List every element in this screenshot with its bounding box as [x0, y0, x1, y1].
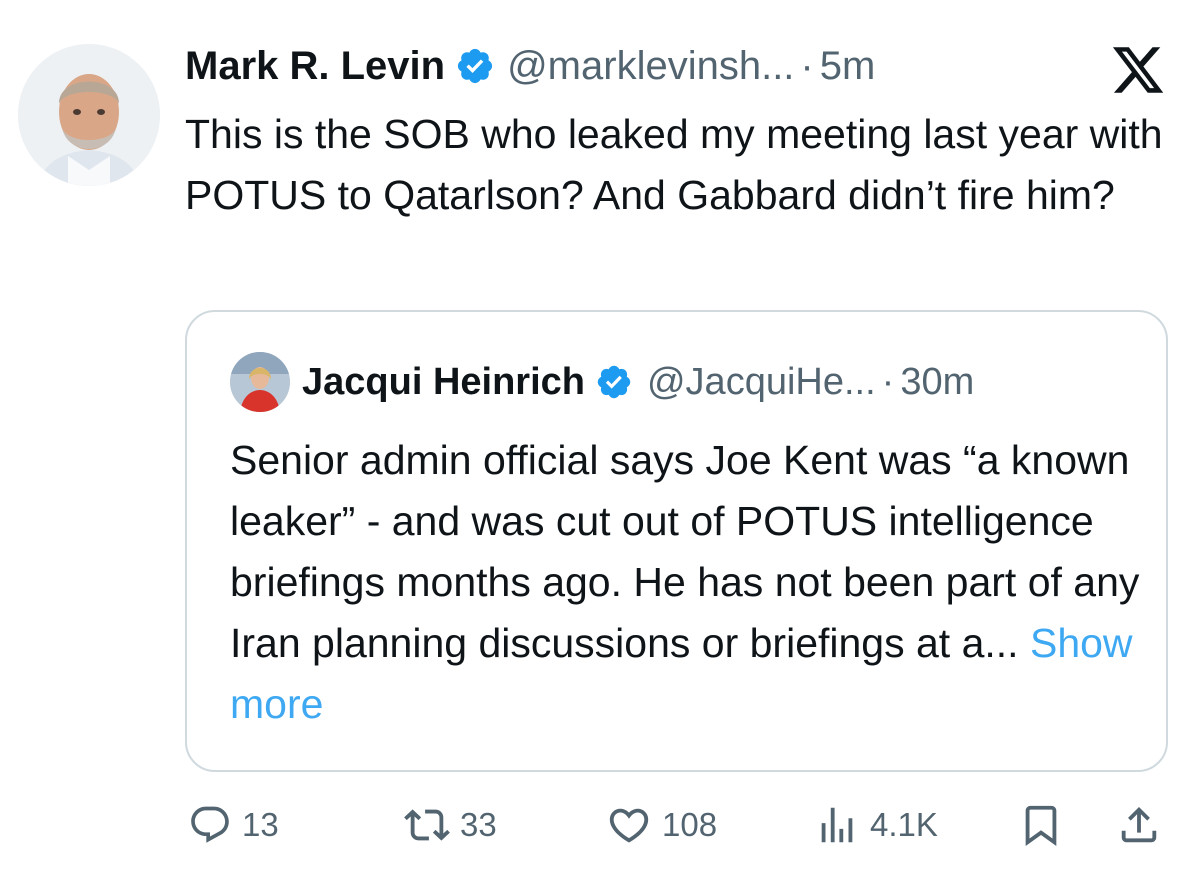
quoted-tweet-text-block: Senior admin official says Joe Kent was …	[230, 430, 1150, 735]
quoted-author-handle[interactable]: @JacquiHe...	[647, 361, 876, 404]
header-separator: ·	[800, 43, 814, 88]
like-button[interactable]: 108	[606, 793, 717, 857]
views-button[interactable]: 4.1K	[814, 793, 938, 857]
quoted-tweet-card[interactable]: Jacqui Heinrich @JacquiHe... · 30m Senio…	[185, 310, 1168, 772]
quoted-author-avatar	[230, 352, 290, 412]
bookmark-icon	[1025, 805, 1057, 846]
repost-count: 33	[460, 806, 497, 843]
quoted-tweet-header: Jacqui Heinrich @JacquiHe... · 30m	[302, 350, 974, 414]
tweet-timestamp[interactable]: 5m	[820, 44, 876, 89]
reply-count: 13	[242, 806, 279, 843]
share-button[interactable]	[1116, 793, 1162, 857]
reply-icon	[191, 806, 229, 843]
author-handle[interactable]: @marklevinsh...	[507, 44, 794, 89]
quoted-author-name[interactable]: Jacqui Heinrich	[302, 361, 585, 404]
share-icon	[1121, 806, 1157, 843]
views-chart-icon	[821, 807, 853, 843]
repost-button[interactable]: 33	[404, 793, 497, 857]
views-count: 4.1K	[870, 806, 938, 843]
author-avatar[interactable]	[18, 44, 160, 186]
quoted-tweet-text: Senior admin official says Joe Kent was …	[230, 437, 1140, 666]
tweet-action-bar: 13 33 108 4.1K	[0, 793, 1197, 857]
bookmark-button[interactable]	[1018, 793, 1064, 857]
reply-button[interactable]: 13	[188, 793, 279, 857]
quoted-header-separator: ·	[881, 360, 895, 403]
tweet-header: Mark R. Levin @marklevinsh... · 5m	[185, 36, 875, 96]
quoted-author-avatar-image	[230, 352, 290, 412]
x-logo-icon	[1110, 42, 1166, 98]
author-avatar-image	[18, 44, 160, 186]
heart-icon	[609, 808, 649, 843]
verified-badge-icon[interactable]	[455, 46, 495, 86]
verified-badge-icon[interactable]	[595, 363, 633, 401]
like-count: 108	[662, 806, 718, 843]
quoted-tweet-timestamp[interactable]: 30m	[900, 361, 974, 404]
tweet-text: This is the SOB who leaked my meeting la…	[185, 111, 1163, 218]
repost-icon	[404, 809, 450, 841]
author-name[interactable]: Mark R. Levin	[185, 44, 445, 89]
